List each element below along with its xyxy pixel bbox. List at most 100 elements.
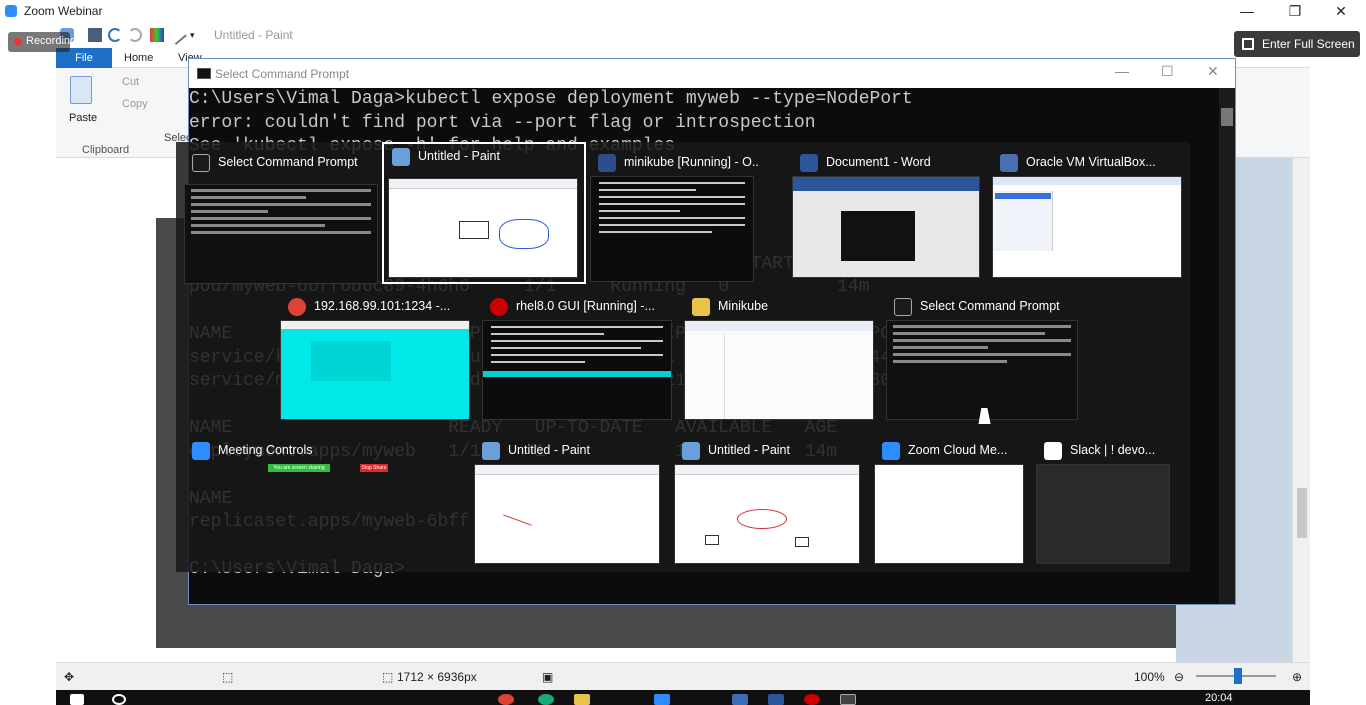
cmd-line: C:\Users\Vimal Daga>kubectl expose deplo…	[189, 89, 913, 109]
paint-icon	[392, 148, 410, 166]
word-icon	[800, 154, 818, 172]
switcher-item[interactable]: Zoom Cloud Me...	[874, 438, 1024, 564]
redhat-icon[interactable]	[804, 694, 820, 705]
window-preview	[792, 176, 980, 278]
switcher-item-title: rhel8.0 GUI [Running] -...	[516, 299, 655, 313]
word-icon[interactable]	[768, 694, 784, 705]
zoom-icon[interactable]	[654, 694, 670, 705]
zoom-icon	[882, 442, 900, 460]
zoom-in-icon[interactable]: ⊕	[1292, 670, 1302, 684]
taskbar-clock: 20:04	[1205, 692, 1233, 704]
switcher-item[interactable]: Untitled - Paint	[474, 438, 660, 564]
chrome-icon	[288, 298, 306, 316]
switcher-item[interactable]: minikube [Running] - O...	[590, 150, 758, 282]
copy-button[interactable]: Copy	[122, 98, 148, 110]
paint-vertical-scrollbar[interactable]	[1292, 158, 1310, 662]
cmd-maximize-button[interactable]: ☐	[1161, 63, 1174, 80]
virtualbox-icon	[598, 154, 616, 172]
pencil-icon[interactable]	[167, 25, 187, 45]
save-icon[interactable]	[88, 28, 102, 42]
window-preview	[482, 320, 672, 420]
cmd-scrollbar[interactable]	[1219, 88, 1235, 604]
switcher-item[interactable]: Select Command Prompt	[184, 150, 380, 284]
switcher-item-title: Zoom Cloud Me...	[908, 443, 1008, 457]
zoom-out-icon[interactable]: ⊖	[1174, 670, 1184, 684]
window-preview	[992, 176, 1182, 278]
task-switcher: Select Command Prompt Untitled - Paint m…	[176, 142, 1190, 572]
cmd-icon	[192, 154, 210, 172]
switcher-item[interactable]: Select Command Prompt	[886, 294, 1080, 424]
switcher-item[interactable]: Minikube	[684, 294, 876, 424]
start-icon[interactable]	[70, 694, 84, 705]
switcher-item-title: Select Command Prompt	[218, 155, 358, 169]
enter-full-screen-button[interactable]: Enter Full Screen	[1234, 31, 1360, 57]
switcher-item-title: Minikube	[718, 299, 769, 313]
app-icon[interactable]	[538, 694, 554, 705]
paint-window-title: Untitled - Paint	[214, 28, 293, 42]
customize-qat-icon[interactable]: ▾	[190, 30, 204, 44]
folder-icon	[692, 298, 710, 316]
zoom-icon	[192, 442, 210, 460]
cmd-line: error: couldn't find port via --port fla…	[189, 112, 816, 133]
cmd-scrollbar-thumb[interactable]	[1221, 108, 1233, 126]
tab-home[interactable]: Home	[124, 48, 153, 68]
switcher-item[interactable]: Meeting Controls You are screen sharing …	[184, 438, 444, 498]
switcher-item-title: Untitled - Paint	[508, 443, 590, 457]
switcher-item-title: Oracle VM VirtualBox...	[1026, 155, 1156, 169]
paint-quick-access-toolbar: ▾ Untitled - Paint	[56, 22, 1310, 48]
window-preview	[474, 464, 660, 564]
window-preview	[684, 320, 874, 420]
cmd-icon	[197, 68, 211, 79]
paint-icon	[682, 442, 700, 460]
switcher-item-title: 192.168.99.101:1234 -...	[314, 299, 451, 313]
switcher-item-title: Untitled - Paint	[708, 443, 790, 457]
move-icon: ✥	[64, 670, 75, 684]
cmd-icon	[894, 298, 912, 316]
windows-taskbar: 20:04	[56, 690, 1310, 705]
window-preview	[184, 184, 378, 284]
zoom-maximize-button[interactable]: ❐	[1272, 0, 1318, 22]
paste-button[interactable]: Paste	[69, 112, 97, 124]
canvas-size-icon: ⬚	[382, 670, 394, 684]
switcher-item[interactable]: Document1 - Word	[792, 150, 980, 280]
paint-status-bar: ✥ ⬚ ⬚ 1712 × 6936px ▣ 100% ⊖ ⊕	[56, 662, 1310, 690]
cmd-close-button[interactable]: ✕	[1207, 63, 1219, 80]
window-preview	[280, 320, 470, 420]
folder-icon[interactable]	[574, 694, 590, 705]
paste-icon[interactable]	[70, 76, 92, 104]
zoom-minimize-button[interactable]: —	[1224, 0, 1270, 22]
switcher-item[interactable]: Untitled - Paint	[674, 438, 860, 564]
switcher-item-title: Document1 - Word	[826, 155, 931, 169]
switcher-item-title: Untitled - Paint	[418, 149, 500, 163]
switcher-item[interactable]: Slack | ! devo...	[1036, 438, 1172, 564]
stop-share-button[interactable]: Stop Share	[360, 464, 388, 472]
switcher-item-title: Meeting Controls	[218, 443, 313, 457]
switcher-item-title: Slack | ! devo...	[1070, 443, 1156, 457]
window-preview	[388, 178, 578, 278]
redo-icon[interactable]	[128, 28, 142, 42]
window-preview	[874, 464, 1024, 564]
colors-icon[interactable]	[150, 28, 164, 42]
scrollbar-thumb[interactable]	[1297, 488, 1307, 538]
virtualbox-icon	[1000, 154, 1018, 172]
screen-sharing-banner: You are screen sharing	[268, 464, 330, 472]
cmd-minimize-button[interactable]: —	[1115, 63, 1129, 79]
zoom-close-button[interactable]: ✕	[1318, 0, 1364, 22]
cmd-title-bar: Select Command Prompt — ☐ ✕	[189, 59, 1235, 88]
chrome-icon[interactable]	[498, 694, 514, 705]
clipboard-group-label: Clipboard	[82, 144, 130, 156]
cmd-icon[interactable]	[840, 694, 856, 705]
window-preview	[1036, 464, 1170, 564]
switcher-item[interactable]: rhel8.0 GUI [Running] -...	[482, 294, 674, 424]
canvas-dimensions: 1712 × 6936px	[397, 670, 477, 684]
undo-icon[interactable]	[108, 28, 122, 42]
switcher-item[interactable]: 192.168.99.101:1234 -...	[280, 294, 472, 424]
search-icon[interactable]	[112, 694, 126, 705]
zoom-slider-knob[interactable]	[1234, 668, 1242, 684]
switcher-item-title: minikube [Running] - O...	[624, 155, 758, 169]
switcher-item[interactable]: Untitled - Paint	[382, 142, 586, 284]
cut-button[interactable]: Cut	[122, 76, 139, 88]
switcher-item[interactable]: Oracle VM VirtualBox...	[992, 150, 1182, 280]
recording-label: Recording	[26, 35, 77, 47]
virtualbox-icon[interactable]	[732, 694, 748, 705]
